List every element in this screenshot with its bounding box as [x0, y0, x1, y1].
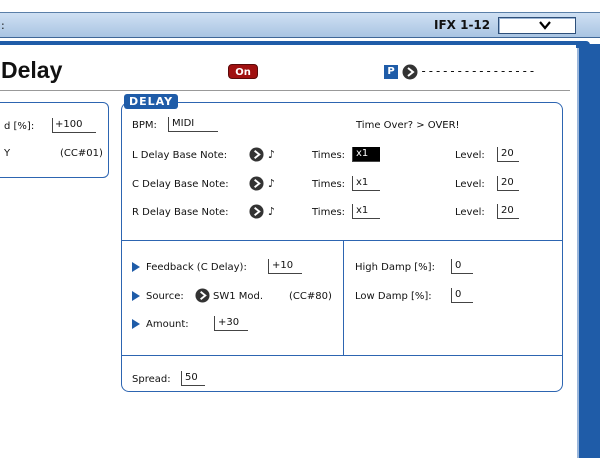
low-damp-field[interactable]: 0 [451, 288, 473, 303]
frame-top-border [0, 41, 590, 45]
delay-panel [121, 102, 563, 392]
low-damp-label: Low Damp [%]: [355, 291, 432, 302]
right-arrow-circle-icon[interactable] [402, 64, 418, 80]
c-times-field[interactable]: x1 [352, 176, 380, 191]
c-level-field[interactable]: 20 [497, 176, 519, 191]
spread-label: Spread: [132, 374, 171, 385]
preset-name-field[interactable]: ---------------- [420, 64, 536, 78]
r-delay-label: R Delay Base Note: [132, 207, 229, 218]
source-label: Source: [146, 291, 184, 302]
section-divider [121, 240, 563, 241]
c-times-label: Times: [312, 179, 346, 190]
delay-section-title: DELAY [124, 94, 179, 109]
right-arrow-circle-icon[interactable] [249, 176, 264, 191]
section-divider [121, 355, 563, 356]
right-arrow-circle-icon[interactable] [249, 147, 264, 162]
frame-right-border [576, 44, 600, 458]
right-arrow-circle-icon[interactable] [195, 288, 210, 303]
effect-on-button[interactable]: On [228, 64, 258, 79]
left-panel [0, 102, 109, 178]
feedback-label: Feedback (C Delay): [146, 262, 247, 273]
ifx-slot-label: IFX 1-12 [434, 18, 491, 32]
play-triangle-icon[interactable] [132, 262, 140, 272]
high-damp-label: High Damp [%]: [355, 262, 435, 273]
play-triangle-icon[interactable] [132, 291, 140, 301]
play-triangle-icon[interactable] [132, 319, 140, 329]
left-panel-source-label: Y [4, 148, 11, 159]
c-level-label: Level: [455, 179, 485, 190]
p-badge: P [384, 65, 398, 79]
r-times-label: Times: [312, 207, 346, 218]
top-bar-colon: : [1, 19, 5, 32]
frame-inner-edge [567, 48, 579, 458]
c-delay-label: C Delay Base Note: [132, 179, 229, 190]
c-delay-note-value: ♪ [268, 177, 276, 190]
left-panel-value-field[interactable]: +100 [52, 118, 96, 133]
r-level-field[interactable]: 20 [497, 204, 519, 219]
bpm-label: BPM: [132, 120, 157, 131]
amount-field[interactable]: +30 [214, 316, 248, 331]
amount-label: Amount: [146, 319, 189, 330]
bpm-field[interactable]: MIDI [168, 117, 218, 132]
left-panel-cc: (CC#01) [60, 148, 103, 159]
r-times-field[interactable]: x1 [352, 204, 380, 219]
high-damp-field[interactable]: 0 [451, 259, 473, 274]
column-divider [343, 240, 344, 356]
page-title: Delay [1, 57, 63, 83]
right-arrow-circle-icon[interactable] [249, 204, 264, 219]
spread-field[interactable]: 50 [181, 371, 205, 386]
r-level-label: Level: [455, 207, 485, 218]
source-cc: (CC#80) [289, 291, 332, 302]
l-delay-note-value: ♪ [268, 148, 276, 161]
l-times-label: Times: [312, 150, 346, 161]
r-delay-note-value: ♪ [268, 205, 276, 218]
time-over-status: Time Over? > OVER! [356, 120, 460, 131]
l-level-field[interactable]: 20 [497, 147, 519, 162]
l-delay-label: L Delay Base Note: [132, 150, 228, 161]
top-bar: : IFX 1-12 [0, 12, 600, 38]
header-divider [0, 90, 570, 91]
l-level-label: Level: [455, 150, 485, 161]
l-times-field[interactable]: x1 [352, 147, 380, 162]
chevron-down-icon [539, 21, 551, 30]
ifx-dropdown[interactable] [498, 17, 576, 34]
left-panel-label: d [%]: [4, 121, 35, 132]
feedback-field[interactable]: +10 [268, 259, 302, 274]
source-value: SW1 Mod. [213, 291, 264, 302]
